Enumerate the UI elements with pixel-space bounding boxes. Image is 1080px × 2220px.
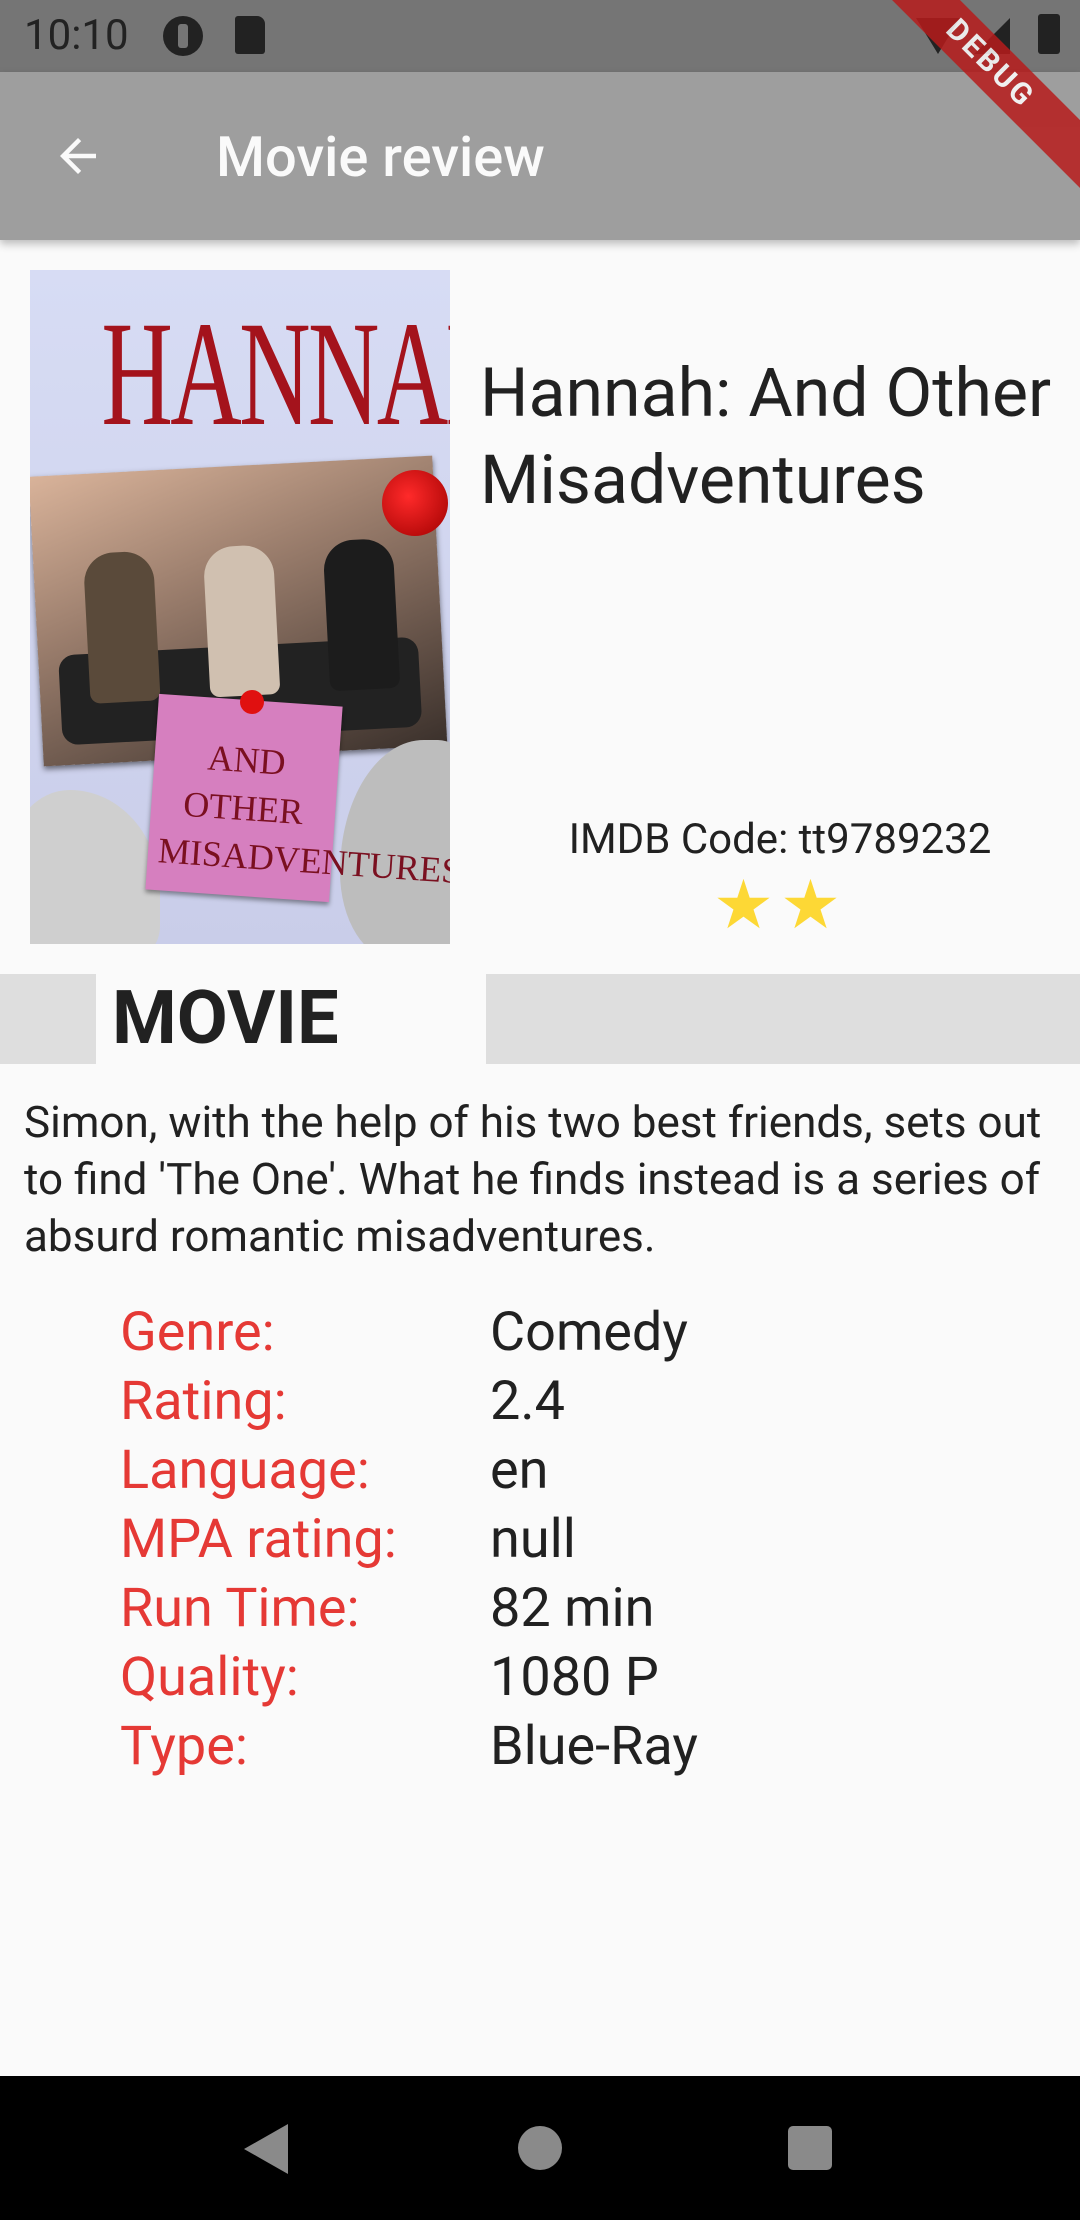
detail-value: Comedy <box>490 1301 688 1364</box>
rose-icon <box>382 470 448 536</box>
page-title: Movie review <box>216 124 545 190</box>
poster-hand <box>30 790 160 944</box>
detail-value: 1080 P <box>490 1646 659 1709</box>
poster-note-text: AND OTHER MISADVENTURES <box>156 737 450 892</box>
movie-poster: HANNAH AND OTHER MISADVENTURES <box>30 270 450 944</box>
detail-row-type: Type: Blue-Ray <box>120 1712 1020 1781</box>
detail-label: Type: <box>120 1715 248 1778</box>
detail-row-language: Language: en <box>120 1436 1020 1505</box>
arrow-back-icon <box>60 138 96 174</box>
app-bar: Movie review <box>0 72 1080 240</box>
imdb-code: IMDB Code: tt9789232 <box>568 815 992 864</box>
poster-person <box>202 544 281 698</box>
sync-icon <box>163 16 203 56</box>
detail-label: Language: <box>120 1439 370 1502</box>
poster-person <box>82 550 161 704</box>
poster-hand <box>340 740 450 944</box>
detail-label: Rating: <box>120 1370 287 1433</box>
detail-row-run-time: Run Time: 82 min <box>120 1574 1020 1643</box>
sd-card-icon <box>235 16 265 54</box>
detail-value: 82 min <box>490 1577 655 1640</box>
detail-value: null <box>490 1508 576 1571</box>
battery-icon <box>1038 14 1060 54</box>
movie-details: Genre: Comedy Rating: 2.4 Language: en M… <box>120 1298 1020 1781</box>
section-header-label: MOVIE <box>112 975 339 1062</box>
system-nav-bar <box>0 2076 1080 2220</box>
nav-recents-icon[interactable] <box>788 2126 832 2170</box>
detail-value: en <box>490 1439 549 1502</box>
detail-label: Quality: <box>120 1646 299 1709</box>
nav-home-icon[interactable] <box>518 2126 562 2170</box>
status-time: 10:10 <box>24 11 129 60</box>
back-button[interactable] <box>36 114 120 198</box>
star-rating: ★★ <box>713 865 847 945</box>
pin-icon <box>240 690 264 714</box>
movie-description: Simon, with the help of his two best fri… <box>24 1096 1042 1262</box>
detail-row-mpa-rating: MPA rating: null <box>120 1505 1020 1574</box>
detail-row-rating: Rating: 2.4 <box>120 1367 1020 1436</box>
poster-title: HANNAH <box>101 291 450 457</box>
nav-back-icon[interactable] <box>244 2124 288 2174</box>
movie-title: Hannah: And Other Misadventures <box>480 353 1052 520</box>
detail-row-quality: Quality: 1080 P <box>120 1643 1020 1712</box>
detail-value: Blue-Ray <box>490 1715 698 1778</box>
detail-row-genre: Genre: Comedy <box>120 1298 1020 1367</box>
detail-label: Genre: <box>120 1301 275 1364</box>
detail-label: MPA rating: <box>120 1508 397 1571</box>
poster-person <box>322 537 401 692</box>
detail-value: 2.4 <box>490 1370 565 1433</box>
poster-note: AND OTHER MISADVENTURES <box>145 693 450 903</box>
detail-label: Run Time: <box>120 1577 360 1640</box>
